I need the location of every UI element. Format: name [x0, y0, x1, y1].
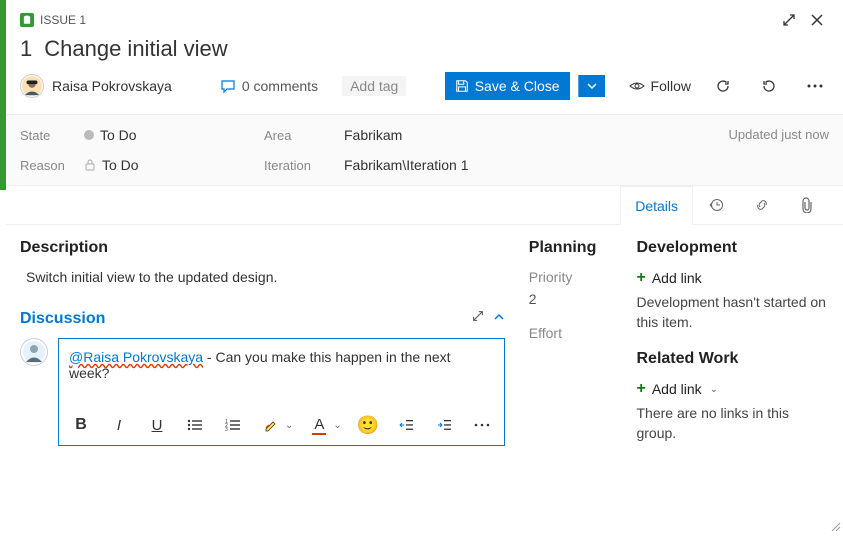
assignee-name[interactable]: Raisa Pokrovskaya: [52, 78, 172, 94]
indent-button[interactable]: [432, 413, 456, 437]
comment-text[interactable]: @Raisa Pokrovskaya - Can you make this h…: [59, 339, 504, 405]
italic-button[interactable]: I: [107, 413, 131, 437]
refresh-icon[interactable]: [709, 72, 737, 100]
svg-text:3: 3: [225, 427, 228, 432]
reason-label: Reason: [20, 158, 84, 173]
state-label: State: [20, 128, 84, 143]
emoji-button[interactable]: 🙂: [356, 413, 380, 437]
eye-icon: [629, 78, 645, 94]
iteration-label: Iteration: [264, 158, 344, 173]
related-add-link[interactable]: + Add link ⌄: [636, 380, 829, 398]
discussion-heading: Discussion: [20, 309, 505, 328]
follow-label: Follow: [651, 78, 691, 94]
add-tag-button[interactable]: Add tag: [342, 76, 406, 96]
title-row: 1 Change initial view: [6, 32, 843, 72]
planning-heading: Planning: [529, 239, 613, 257]
state-value[interactable]: To Do: [84, 127, 234, 143]
info-row: Raisa Pokrovskaya 0 comments Add tag Sav…: [6, 72, 843, 114]
assignee-avatar[interactable]: [20, 74, 44, 98]
issue-type-icon: [20, 13, 34, 27]
reason-value[interactable]: To Do: [84, 157, 234, 173]
lock-icon: [84, 159, 96, 171]
tab-history[interactable]: [693, 186, 739, 224]
mention[interactable]: @Raisa Pokrovskaya: [69, 349, 203, 365]
more-icon[interactable]: [801, 72, 829, 100]
plus-icon: +: [636, 269, 645, 287]
related-heading: Related Work: [636, 350, 829, 368]
history-icon: [708, 197, 724, 213]
bullet-list-button[interactable]: [183, 413, 207, 437]
chevron-down-icon: [587, 81, 597, 91]
tab-attachments[interactable]: [785, 186, 829, 224]
accent-bar: [0, 0, 6, 190]
state-dot-icon: [84, 130, 94, 140]
description-text[interactable]: Switch initial view to the updated desig…: [20, 269, 505, 285]
issue-title[interactable]: Change initial view: [44, 36, 227, 62]
area-value[interactable]: Fabrikam: [344, 127, 544, 143]
highlight-button[interactable]: [259, 413, 283, 437]
underline-button[interactable]: U: [145, 413, 169, 437]
follow-button[interactable]: Follow: [629, 78, 691, 94]
save-icon: [455, 79, 469, 93]
tab-links[interactable]: [739, 186, 785, 224]
related-helper: There are no links in this group.: [636, 404, 829, 443]
bold-button[interactable]: B: [69, 413, 93, 437]
discussion-expand-icon[interactable]: [471, 309, 485, 328]
comment-editor[interactable]: @Raisa Pokrovskaya - Can you make this h…: [58, 338, 505, 446]
updated-text: Updated just now: [729, 127, 829, 142]
attachment-icon: [800, 197, 814, 213]
tab-details[interactable]: Details: [620, 186, 693, 225]
save-button[interactable]: Save & Close: [445, 72, 570, 100]
highlight-caret[interactable]: ⌄: [285, 420, 293, 431]
editor-toolbar: B I U 123 ⌄ A ⌄ 🙂: [59, 405, 504, 445]
comment-avatar: [20, 338, 48, 366]
link-icon: [754, 197, 770, 213]
priority-value[interactable]: 2: [529, 291, 613, 307]
issue-label: ISSUE 1: [40, 13, 86, 27]
comments-button[interactable]: 0 comments: [220, 78, 318, 94]
plus-icon: +: [636, 380, 645, 398]
save-label: Save & Close: [475, 78, 560, 94]
dev-add-link[interactable]: + Add link: [636, 269, 829, 287]
comments-count: 0 comments: [242, 78, 318, 94]
topbar: ISSUE 1: [6, 0, 843, 32]
dev-helper: Development hasn't started on this item.: [636, 293, 829, 332]
discussion-collapse-icon[interactable]: [493, 310, 505, 328]
undo-icon[interactable]: [755, 72, 783, 100]
font-color-button[interactable]: A: [307, 413, 331, 437]
development-heading: Development: [636, 239, 829, 257]
fields-panel: State To Do Reason To Do Area Fabrikam I…: [6, 114, 843, 186]
resize-handle[interactable]: [829, 519, 841, 535]
area-label: Area: [264, 128, 344, 143]
numbered-list-button[interactable]: 123: [221, 413, 245, 437]
editor-more-button[interactable]: [470, 413, 494, 437]
outdent-button[interactable]: [394, 413, 418, 437]
comment-icon: [220, 78, 236, 94]
save-dropdown[interactable]: [578, 75, 605, 97]
priority-label: Priority: [529, 269, 613, 285]
close-icon[interactable]: [805, 8, 829, 32]
effort-label: Effort: [529, 325, 613, 341]
expand-icon[interactable]: [777, 8, 801, 32]
issue-id: 1: [20, 36, 32, 62]
font-color-caret[interactable]: ⌄: [333, 420, 341, 431]
description-heading: Description: [20, 239, 505, 257]
tabs: Details: [6, 186, 843, 225]
iteration-value[interactable]: Fabrikam\Iteration 1: [344, 157, 544, 173]
chevron-down-icon: ⌄: [710, 384, 718, 395]
